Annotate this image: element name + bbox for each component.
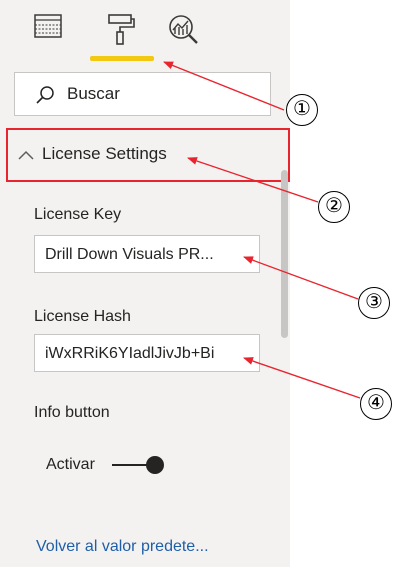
arrow-3	[243, 256, 359, 300]
callout-1: ①	[286, 94, 318, 126]
callout-4: ④	[360, 388, 392, 420]
arrow-1	[163, 61, 285, 111]
callout-2: ②	[318, 191, 350, 223]
annotation-arrows	[163, 61, 361, 399]
arrow-2	[187, 157, 319, 203]
arrow-4	[243, 357, 361, 399]
callout-3: ③	[358, 287, 390, 319]
